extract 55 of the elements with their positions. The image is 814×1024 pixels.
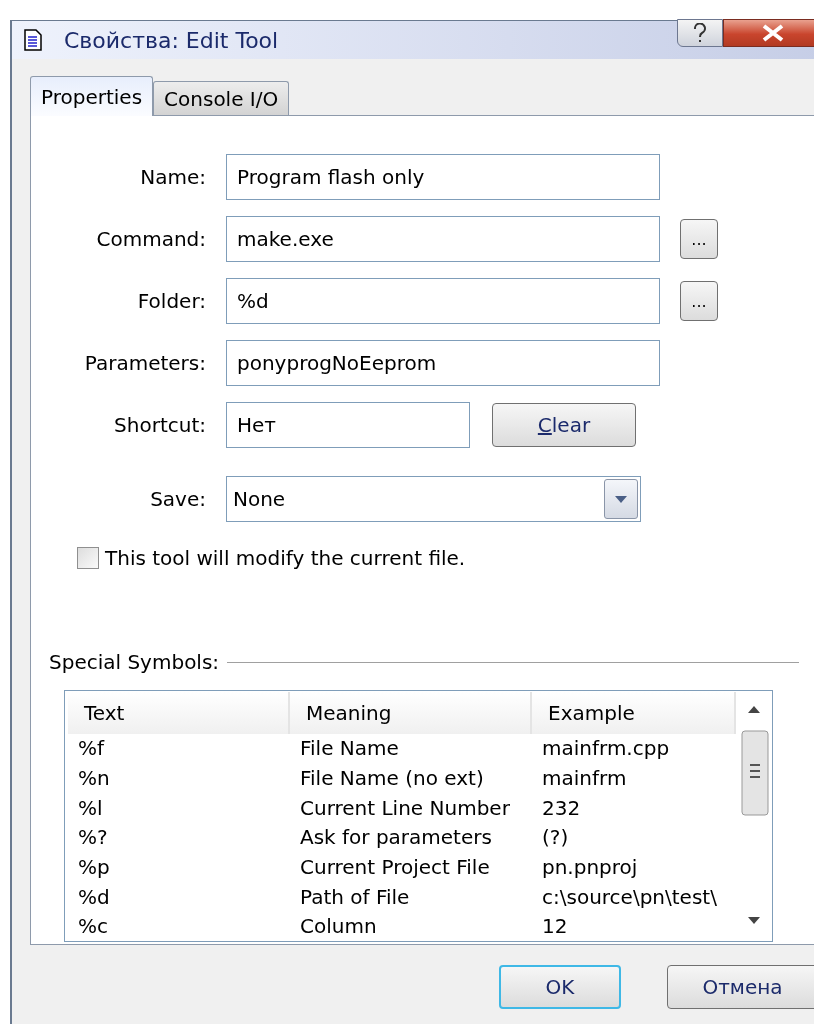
table-cell-text: Column — [299, 914, 378, 939]
table-cell-text: %d — [77, 884, 111, 909]
dropdown-button[interactable] — [604, 479, 638, 519]
save-dropdown[interactable]: None — [226, 476, 641, 522]
table-cell-text: Current Line Number — [299, 795, 511, 820]
checkbox[interactable] — [77, 547, 99, 569]
field-label: Save: — [149, 487, 206, 511]
close-icon — [761, 24, 785, 42]
field-label: Folder: — [136, 289, 206, 313]
ok-button[interactable]: OK — [499, 965, 621, 1009]
table-cell-text: File Name — [299, 736, 400, 761]
table-cell-text: %f — [77, 736, 106, 761]
field-label: Command: — [95, 227, 206, 251]
help-button[interactable] — [677, 19, 723, 47]
table-cell-text: 12 — [541, 914, 569, 939]
window-title: Свойства: Edit Tool — [64, 27, 279, 53]
cancel-button[interactable]: Отмена — [667, 965, 814, 1009]
table-cell-text: File Name (no ext) — [299, 765, 485, 790]
input-field[interactable]: Program flash only — [226, 154, 660, 200]
clear-button[interactable]: Clear — [492, 403, 636, 447]
field-label: Parameters: — [83, 351, 206, 375]
help-icon — [693, 23, 707, 43]
group-label: Special Symbols: — [49, 650, 220, 674]
input-field[interactable]: Нет — [226, 402, 470, 448]
field-label: Name: — [139, 165, 206, 189]
table-cell-text: %c — [77, 914, 109, 939]
dropdown-value: None — [233, 487, 286, 511]
field-label: Shortcut: — [113, 413, 206, 437]
caret-icon — [615, 495, 627, 503]
column-header[interactable]: Meaning — [290, 692, 532, 734]
table-cell-text: 232 — [541, 795, 582, 820]
input-field[interactable]: ponyprogNoEeprom — [226, 340, 660, 386]
table-cell-text: (?) — [541, 825, 570, 850]
checkbox-label: This tool will modify the current file. — [105, 546, 466, 570]
table-cell-text: %p — [77, 854, 111, 879]
table-cell-text: pn.pnproj — [541, 854, 639, 879]
document-icon — [24, 29, 42, 51]
input-field[interactable]: %d — [226, 278, 660, 324]
table-cell-text: %? — [77, 825, 109, 850]
column-header[interactable]: Text — [68, 692, 290, 734]
table-cell-text: %n — [77, 765, 111, 790]
table-cell-text: mainfrm.cpp — [541, 736, 671, 761]
close-button[interactable] — [723, 19, 814, 47]
table-cell-text: Path of File — [299, 884, 411, 909]
browse-button[interactable]: ... — [680, 281, 718, 321]
table-cell-text: mainfrm — [541, 765, 628, 790]
table-cell-text: %l — [77, 795, 104, 820]
table-cell-text: c:\source\pn\test\ — [541, 884, 718, 909]
column-header[interactable]: Example — [532, 692, 736, 734]
browse-button[interactable]: ... — [680, 219, 718, 259]
table-cell-text: Ask for parameters — [299, 825, 493, 850]
tab[interactable]: Properties — [30, 76, 154, 116]
input-field[interactable]: make.exe — [226, 216, 660, 262]
tab[interactable]: Console I/O — [153, 81, 290, 115]
table-cell-text: Current Project File — [299, 854, 491, 879]
